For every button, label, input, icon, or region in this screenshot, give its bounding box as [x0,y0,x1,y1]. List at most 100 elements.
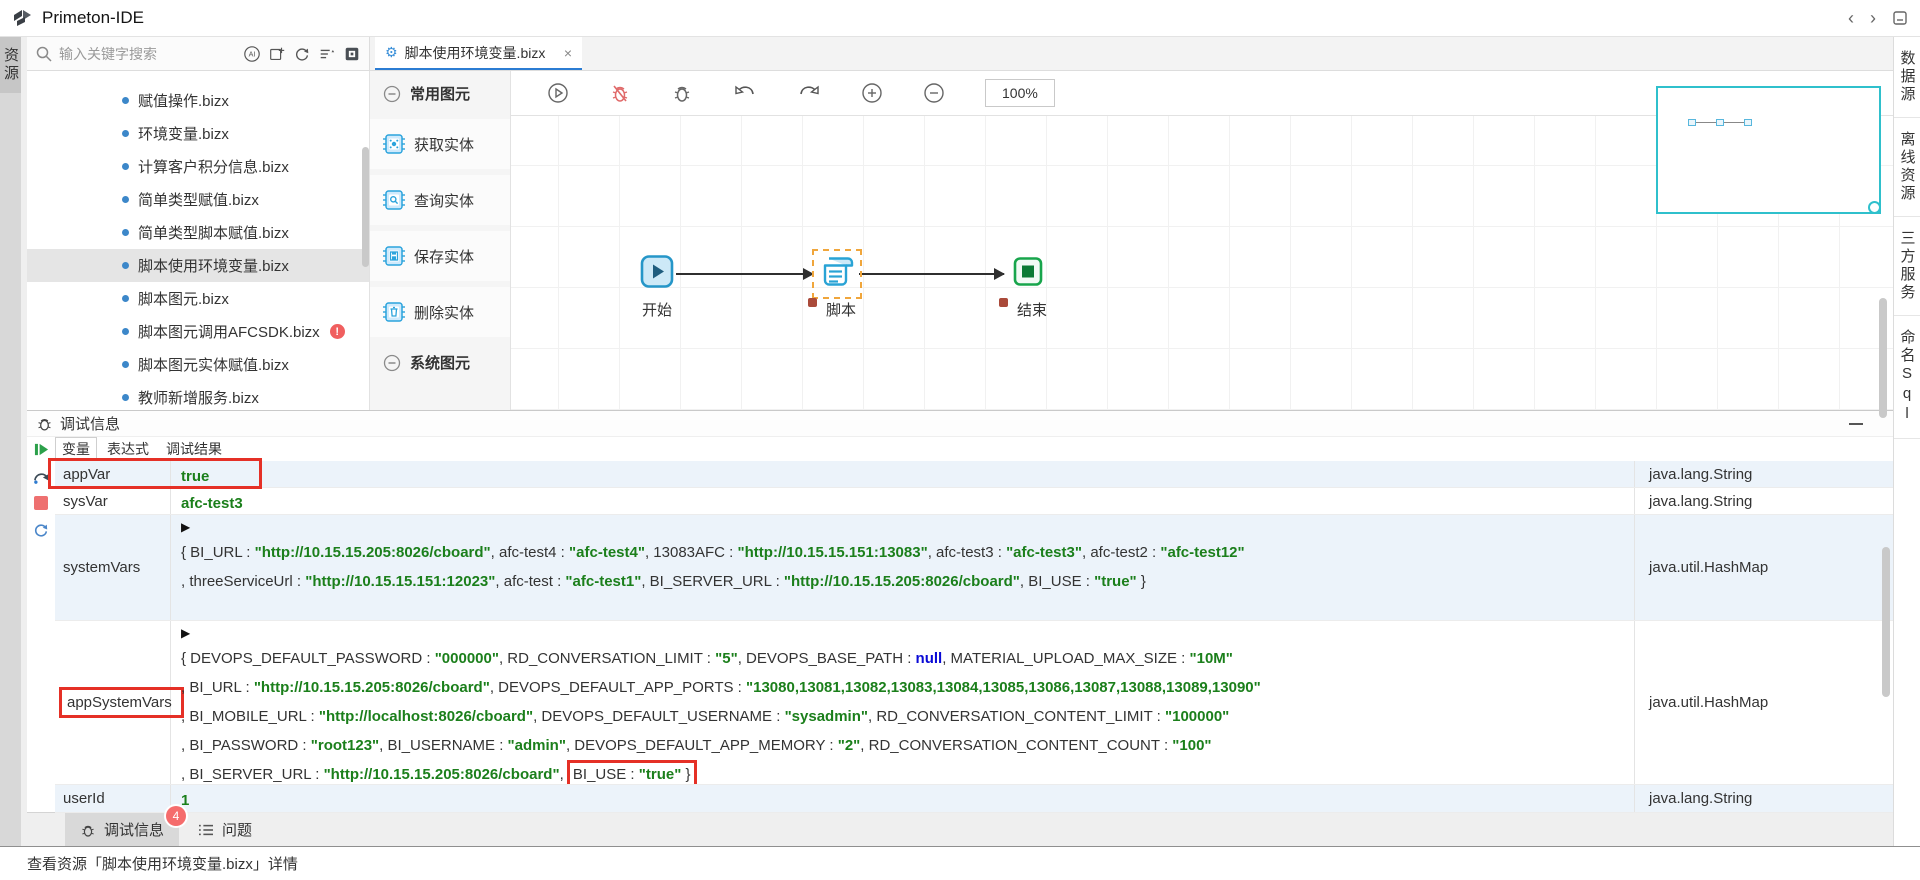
palette-item[interactable]: 删除实体 [370,287,510,337]
tree-item[interactable]: 简单类型脚本赋值.bizx [27,216,369,249]
resume-icon[interactable] [34,442,49,457]
value-line: true [181,462,1634,487]
start-icon [639,254,675,290]
tree-item[interactable]: 计算客户积分信息.bizx [27,150,369,183]
step-over-icon[interactable] [33,469,50,484]
breakpoint-marker[interactable] [999,298,1008,307]
value-line: 1 [181,786,1634,812]
value-token: , DEVOPS_BASE_PATH : [738,650,916,667]
tree-item[interactable]: 脚本图元实体赋值.bizx [27,348,369,381]
value-token: ▶ [181,626,190,640]
search-input[interactable] [59,46,237,62]
right-strip-tab[interactable]: 三方服务 [1894,217,1920,316]
minimap-resize-handle[interactable] [1868,201,1881,214]
collapse-icon [383,354,401,372]
tab-close-icon[interactable]: × [564,45,572,61]
table-row[interactable]: sysVar afc-test3 java.lang.String [55,488,1893,515]
palette-item[interactable]: 保存实体 [370,231,510,281]
palette-item-label: 获取实体 [414,134,474,155]
canvas-scrollbar[interactable] [1879,298,1887,418]
back-icon[interactable]: ‹ [1848,9,1854,27]
minimap-node [1744,119,1752,126]
tree-item[interactable]: 脚本图元调用AFCSDK.bizx ! [27,315,369,348]
debug-tab[interactable]: 调试结果 [159,437,229,461]
editor-tab-active[interactable]: ⚙ 脚本使用环境变量.bizx × [375,37,582,70]
palette-item[interactable]: 查询实体 [370,175,510,225]
tree-item[interactable]: 环境变量.bizx [27,117,369,150]
right-strip-tab-label: 离线资源 [1897,131,1918,203]
minimap[interactable] [1656,86,1881,214]
minimap-edge [1696,122,1718,123]
zoom-level[interactable]: 100% [985,79,1055,107]
value-token: "100000" [1165,708,1229,725]
sort-icon[interactable] [317,44,337,64]
tree-item[interactable]: 赋值操作.bizx [27,84,369,117]
zoom-out-icon[interactable] [923,82,945,104]
forward-icon[interactable]: › [1870,9,1876,27]
palette-item-label: 保存实体 [414,246,474,267]
problems-count-badge: 4 [166,806,186,826]
new-resource-icon[interactable] [267,44,287,64]
right-strip-tab[interactable]: 离线资源 [1894,118,1920,217]
rerun-icon[interactable] [33,522,49,538]
run-icon[interactable] [547,82,569,104]
start-node-label: 开始 [642,299,672,320]
value-token: { DEVOPS_DEFAULT_PASSWORD : [181,650,435,667]
locate-file-icon[interactable] [342,44,362,64]
value-token: , afc-test3 : [928,544,1006,561]
minimize-icon[interactable] [1849,423,1863,425]
tab-problems[interactable]: 问题 [183,813,267,846]
variable-name-cell: userId [55,785,171,812]
zoom-in-icon[interactable] [861,82,883,104]
right-strip-tab[interactable]: 命名Sql [1894,316,1920,439]
table-row[interactable]: systemVars ▶{ BI_URL : "http://10.15.15.… [55,515,1893,621]
table-row[interactable]: appVar true java.lang.String [55,461,1893,488]
value-line: , threeServiceUrl : "http://10.15.15.151… [181,567,1634,596]
value-token: "root123" [311,737,379,754]
tree-item[interactable]: 脚本图元.bizx [27,282,369,315]
value-line: , BI_MOBILE_URL : "http://localhost:8026… [181,702,1634,731]
refresh-icon[interactable] [292,44,312,64]
undo-icon[interactable] [733,82,757,104]
table-row[interactable]: userId 1 java.lang.String [55,785,1893,813]
entity-chip-icon [382,300,406,324]
debug-icon[interactable] [671,82,693,104]
layout-icon[interactable] [1892,10,1908,26]
start-node[interactable] [639,254,675,295]
tree-item[interactable]: 脚本使用环境变量.bizx [27,249,369,282]
breakpoint-marker[interactable] [808,298,817,307]
value-token: "http://10.15.15.205:8026/cboard" [784,573,1020,590]
value-token: "afc-test12" [1160,544,1244,561]
bizx-bullet-icon [122,361,129,368]
palette-group-header[interactable]: 系统图元 [370,340,510,385]
stop-icon[interactable] [34,496,48,510]
tab-debug-info-label: 调试信息 [104,819,164,840]
debug-terminate-icon[interactable] [609,82,631,104]
sidebar-tab-resources[interactable]: 资源 [0,37,21,93]
palette-item[interactable]: 获取实体 [370,119,510,169]
edge-script-end [859,273,1004,275]
ai-icon[interactable]: AI [242,44,262,64]
variable-type-cell: java.lang.String [1635,785,1893,812]
value-token: } [681,766,690,783]
left-activity-strip: 资源 [0,37,27,846]
tree-scrollbar[interactable] [362,147,369,267]
tree-item[interactable]: 教师新增服务.bizx [27,381,369,410]
debug-scrollbar[interactable] [1882,547,1890,697]
palette-group-header[interactable]: 常用图元 [370,71,510,116]
debug-tab[interactable]: 变量 [55,437,97,461]
value-token: "000000" [435,650,499,667]
value-token: , BI_URL : [181,679,254,696]
value-token: , RD_CONVERSATION_CONTENT_COUNT : [860,737,1172,754]
redo-icon[interactable] [797,82,821,104]
variable-value-cell: true [171,461,1635,487]
table-row[interactable]: appSystemVars ▶{ DEVOPS_DEFAULT_PASSWORD… [55,621,1893,785]
end-node[interactable] [1012,256,1044,293]
script-node[interactable] [817,252,857,297]
tree-item[interactable]: 简单类型赋值.bizx [27,183,369,216]
value-line: ▶ [181,622,1634,644]
tab-debug-info[interactable]: 调试信息 [65,813,179,846]
debug-tab[interactable]: 表达式 [100,437,156,461]
tab-problems-label: 问题 [222,819,252,840]
right-strip-tab[interactable]: 数据源 [1894,37,1920,118]
